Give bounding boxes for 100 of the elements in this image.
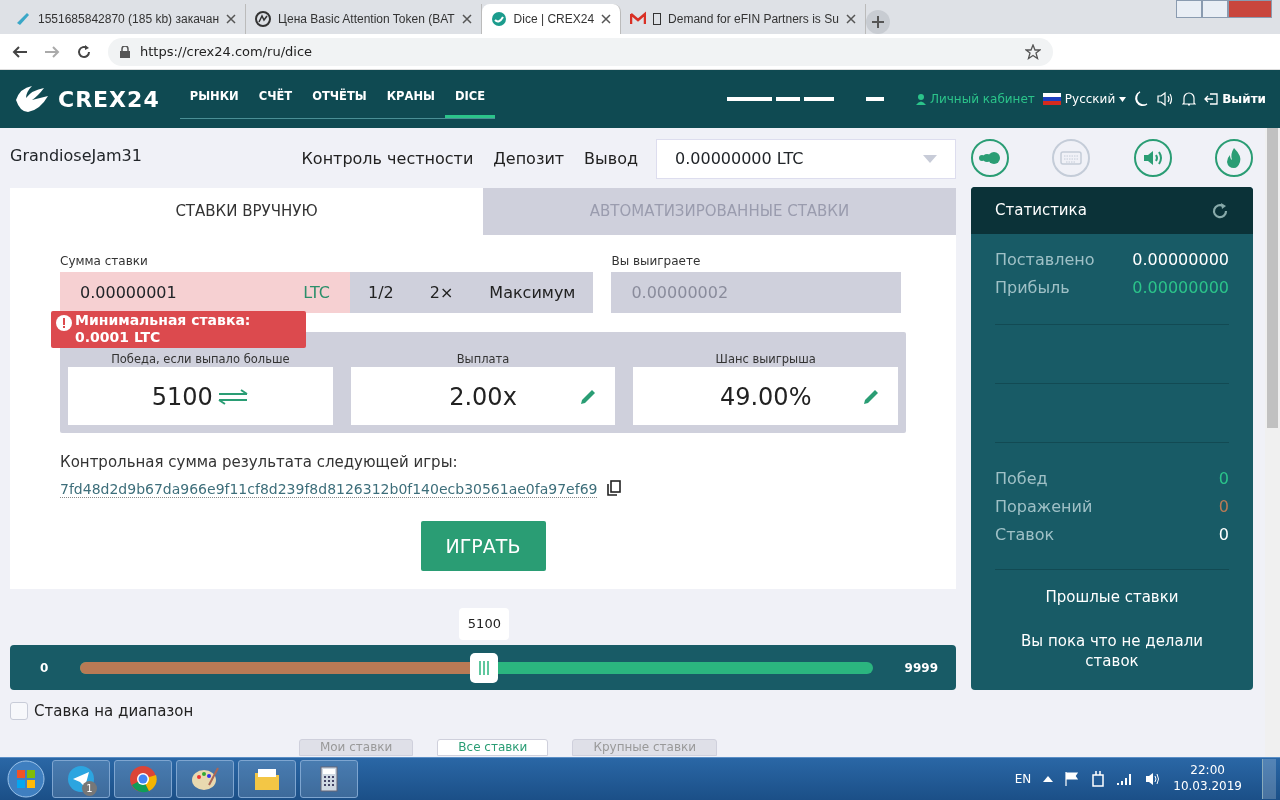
checkbox-label: Ставка на диапазон	[34, 701, 194, 722]
speaker-icon[interactable]	[1156, 91, 1175, 107]
nav-link[interactable]: DICE	[444, 79, 496, 118]
range-checkbox[interactable]	[10, 702, 28, 721]
close-icon[interactable]	[601, 14, 612, 24]
panel-title: Статистика	[995, 200, 1087, 222]
site-logo[interactable]: CREX24	[58, 82, 160, 116]
power-plug-icon[interactable]	[1091, 771, 1106, 787]
slider-min-label: 0	[40, 659, 49, 677]
redacted-bar	[803, 97, 834, 101]
header-link[interactable]: Депозит	[493, 147, 565, 171]
missing-glyph-icon	[653, 13, 662, 25]
lock-icon	[120, 45, 130, 58]
close-icon[interactable]	[461, 14, 472, 24]
stat-value: 0	[1218, 496, 1229, 518]
logout-link[interactable]: Выйти	[1204, 90, 1266, 108]
stat-value: 0.00000000	[1132, 249, 1229, 271]
redacted-bar	[775, 97, 800, 101]
taskbar-app[interactable]: 1	[52, 760, 110, 798]
slider-tooltip: 5100	[459, 607, 510, 640]
star-icon[interactable]	[1025, 43, 1041, 60]
address-bar[interactable]: https://crex24.com/ru/dice	[108, 37, 1053, 66]
stat-label: Побед	[995, 468, 1048, 490]
new-tab-icon[interactable]	[865, 10, 890, 34]
copy-icon[interactable]	[607, 480, 622, 496]
mail-icon	[630, 11, 647, 27]
history-tab[interactable]: Все ставки	[437, 738, 549, 756]
back-icon[interactable]	[12, 43, 28, 60]
field-label: Шанс выигрыша	[715, 352, 816, 367]
flag-icon[interactable]	[1065, 772, 1080, 786]
nav-link[interactable]: РЫНКИ	[179, 79, 249, 118]
username: GrandioseJam31	[10, 145, 142, 167]
stat-value: 0.00000000	[1132, 277, 1229, 299]
pencil-icon[interactable]	[579, 387, 598, 406]
stat-label: Прибыль	[995, 277, 1070, 299]
taskbar-app[interactable]	[114, 760, 172, 798]
taskbar-app[interactable]	[176, 760, 234, 798]
parameter-field[interactable]: 5100	[68, 367, 333, 425]
taskbar-app[interactable]	[300, 760, 358, 798]
slider-thumb[interactable]	[470, 652, 499, 683]
header-link[interactable]: Контроль честности	[301, 147, 474, 171]
field-label: Победа, если выпало больше	[111, 352, 290, 367]
error-message: Минимальная ставка: 0.0001 LTC	[75, 312, 251, 345]
url-text: https://crex24.com/ru/dice	[140, 42, 314, 61]
bell-icon[interactable]	[1182, 91, 1197, 107]
signal-bars-icon[interactable]	[1117, 773, 1134, 785]
language-indicator[interactable]: EN	[1014, 770, 1032, 788]
parameter-field[interactable]: 49.00%	[633, 367, 898, 425]
nav-link[interactable]: КРАНЫ	[376, 79, 445, 118]
stat-label: Поставлено	[995, 249, 1095, 271]
checksum-hash[interactable]: 7fd48d2d9b67da966e9f11cf8d239f8d8126312b0f140ecb30561ae0fa97ef69	[60, 481, 598, 498]
close-icon[interactable]	[226, 14, 237, 24]
close-icon[interactable]	[845, 14, 856, 24]
alert-icon	[56, 315, 72, 331]
reload-icon[interactable]	[76, 43, 92, 60]
browser-tab[interactable]: Dice | CREX24	[481, 4, 622, 34]
swap-arrows-icon[interactable]	[216, 388, 249, 405]
parameter-field[interactable]: 2.00x	[350, 367, 616, 425]
stat-label: Ставок	[995, 524, 1055, 546]
russia-flag-icon	[1042, 93, 1061, 105]
nav-link[interactable]: СЧЁТ	[248, 79, 303, 118]
scrollbar[interactable]	[1265, 128, 1280, 757]
moon-icon[interactable]	[1134, 91, 1149, 107]
win-amount-field: 0.00000002	[611, 272, 902, 313]
toolbar-button[interactable]	[1133, 139, 1172, 177]
redacted-bar	[726, 97, 772, 101]
bet-amount-field[interactable]: 0.00000001 LTC	[60, 272, 350, 313]
language-dropdown[interactable]: Русский	[1042, 90, 1127, 108]
caret-icon	[1119, 96, 1127, 102]
slider-track[interactable]	[80, 661, 873, 674]
balance-dropdown[interactable]: 0.00000000 LTC	[656, 139, 956, 179]
account-link[interactable]: Личный кабинет	[915, 90, 1035, 108]
field-label: Вы выиграете	[611, 253, 702, 270]
taskbar-app[interactable]	[238, 760, 296, 798]
checksum-label: Контрольная сумма результата следующей игры:	[60, 452, 459, 473]
start-orb-icon[interactable]	[4, 759, 48, 799]
browser-icon	[129, 765, 157, 793]
caret-icon	[923, 155, 937, 163]
header-link[interactable]: Вывод	[584, 147, 638, 171]
toolbar-button[interactable]	[971, 139, 1009, 177]
clock[interactable]: 22:00 10.03.2019	[1173, 763, 1242, 795]
refresh-icon[interactable]	[1211, 201, 1229, 220]
notification-badge: 1	[82, 781, 97, 796]
stat-value: 0	[1218, 468, 1229, 490]
nav-link[interactable]: ОТЧЁТЫ	[302, 79, 377, 118]
stat-value: 0	[1218, 524, 1229, 546]
field-label: Сумма ставки	[60, 253, 149, 270]
toolbar-button[interactable]	[1215, 139, 1253, 177]
section-title: Прошлые ставки	[1044, 587, 1180, 608]
empty-message: Вы пока что не делали ставок	[1020, 630, 1204, 671]
speaker-icon[interactable]	[1145, 772, 1162, 786]
clock-date: 10.03.2019	[1173, 779, 1242, 795]
pencil-icon[interactable]	[862, 387, 880, 406]
bird-logo-icon	[14, 84, 50, 114]
clock-time: 22:00	[1189, 763, 1226, 779]
logout-icon	[1204, 92, 1219, 106]
stat-label: Поражений	[995, 496, 1093, 518]
show-hidden-icon[interactable]	[1043, 776, 1054, 782]
slider-max-label: 9999	[904, 659, 938, 677]
redacted-bar	[865, 97, 884, 101]
